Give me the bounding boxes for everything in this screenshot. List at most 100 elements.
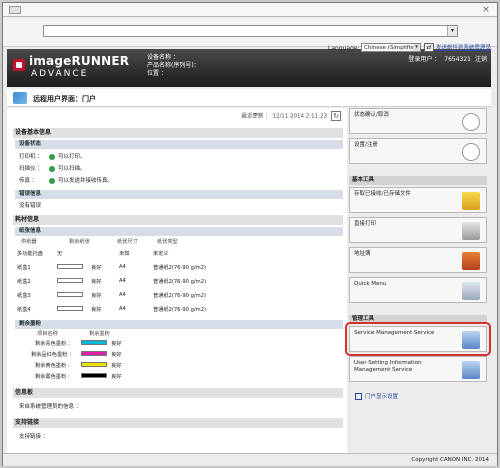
paper-row-size: A4	[119, 306, 126, 312]
brand-name: imageRUNNER	[29, 54, 130, 68]
message-board-section: 信息板	[13, 388, 343, 398]
language-select[interactable]: Chinese (Simplified) ▾	[361, 43, 421, 52]
error-text: 没有错误	[19, 203, 42, 209]
device-status-subtitle: 设备状态	[15, 140, 343, 149]
paper-info-subtitle: 纸张信息	[15, 227, 343, 236]
main-panel: 最近更新 ： 12/11 2014 2:11:23 ↻ 设备基本信息 设备状态 打…	[7, 108, 347, 458]
toner-level-bar	[81, 373, 107, 378]
close-icon[interactable]: ×	[481, 5, 491, 15]
status-monitor-button[interactable]: 状态确认/取消	[349, 108, 487, 134]
user-setting-icon	[462, 361, 480, 379]
paper-row-name: 纸盒3	[17, 293, 31, 299]
location-label: 位置 ：	[147, 70, 167, 77]
paper-row-name: 多功能托盘	[17, 251, 43, 257]
language-label: Language:	[328, 45, 360, 52]
address-input[interactable]: ▾	[43, 25, 458, 37]
message-text: 来自系统管理员的信息 ：	[19, 404, 82, 410]
paper-level-bar	[57, 278, 83, 283]
app-header: imageRUNNER ADVANCE 设备名称 ： 产品名称(序列号)： 位置…	[7, 49, 491, 87]
ok-status-icon	[49, 165, 55, 172]
paper-row-remain: 无	[57, 251, 63, 257]
paper-level-bar	[57, 306, 83, 311]
support-text: 支持链接 ：	[19, 434, 49, 440]
paper-level-bar	[57, 264, 83, 269]
ok-status-icon	[49, 153, 55, 160]
paper-level-bar	[57, 292, 83, 297]
paper-row-name: 纸盒1	[17, 265, 31, 271]
refresh-icon[interactable]: ↻	[331, 111, 341, 121]
error-info-subtitle: 错误信息	[15, 190, 343, 199]
chevron-down-icon: ▾	[413, 44, 420, 51]
user-setting-management-button[interactable]: User Setting Information Management Servi…	[349, 356, 487, 382]
toner-subtitle: 剩余墨粉	[15, 320, 343, 329]
browser-window: × ▾ imageRUNNER ADVANCE 设备名称 ： 产品名称(序列号)…	[2, 2, 498, 466]
status-bar: Copyright CANON INC. 2014	[3, 453, 497, 466]
paper-header-size: 纸张尺寸	[117, 239, 138, 245]
mail-admin-link[interactable]: 发送邮件到系统管理员	[436, 43, 491, 51]
page-title: 远程用户界面：门户	[33, 95, 96, 103]
consumables-section: 耗材信息	[13, 215, 343, 225]
status-row-scanner: 扫描仪 ：可以扫描。	[19, 165, 86, 172]
paper-row-remain: 良好	[91, 293, 102, 299]
paper-row-size: 未知	[119, 251, 130, 257]
window-toolbar: ×	[3, 3, 497, 17]
toner-row-status: 良好	[111, 352, 122, 358]
received-files-button[interactable]: 存取已接收/已存储文件	[349, 187, 487, 213]
last-updated: 最近更新 ： 12/11 2014 2:11:23 ↻	[241, 111, 341, 121]
direct-print-button[interactable]: 直接打印	[349, 217, 487, 243]
paper-row-remain: 良好	[91, 265, 102, 271]
address-book-icon	[462, 252, 480, 270]
canon-logo-icon	[13, 59, 25, 71]
gear-icon	[462, 143, 480, 161]
support-links-section: 支持链接	[13, 418, 343, 428]
paper-row-type: 普通纸2(76-90 g/m2)	[153, 293, 207, 299]
toner-header-item: 项目名称	[37, 331, 58, 337]
basic-tools-title: 基本工具	[349, 176, 487, 185]
brand-subname: ADVANCE	[31, 69, 89, 79]
service-management-icon	[462, 331, 480, 349]
paper-row-type: 未定义	[153, 251, 169, 257]
login-user-id: 7654321	[444, 56, 471, 63]
device-name-label: 设备名称 ：	[147, 54, 179, 61]
paper-row-type: 普通纸2(76-90 g/m2)	[153, 307, 207, 313]
address-book-button[interactable]: 地址簿	[349, 247, 487, 273]
portal-display-settings-link[interactable]: 门户显示设置	[355, 392, 398, 400]
device-basic-section: 设备基本信息	[13, 128, 343, 138]
printer-icon	[462, 222, 480, 240]
toner-row-name: 剩余黄色墨粉 ：	[35, 363, 73, 369]
paper-header-source: 供纸器	[21, 239, 37, 245]
paper-row-type: 普通纸2(76-90 g/m2)	[153, 279, 207, 285]
toner-level-bar	[81, 351, 107, 356]
paper-row-size: A4	[119, 292, 126, 298]
folder-icon	[462, 192, 480, 210]
toner-row-name: 剩余青色墨粉 ：	[35, 341, 73, 347]
paper-header-remain: 剩余纸张	[69, 239, 90, 245]
copyright: Copyright CANON INC. 2014	[411, 457, 489, 463]
toner-level-bar	[81, 340, 107, 345]
toner-header-remain: 剩余墨粉	[89, 331, 110, 337]
login-info: 登录用户 ： 7654321 注销	[408, 54, 487, 63]
language-bar: Language: Chinese (Simplified) ▾ ⇄ 发送邮件到系…	[328, 42, 493, 54]
quick-menu-button[interactable]: Quick Menu	[349, 277, 487, 303]
eye-icon	[462, 113, 480, 131]
device-info: 设备名称 ： 产品名称(序列号)： 位置 ：	[147, 54, 200, 78]
paper-row-type: 普通纸2(76-90 g/m2)	[153, 265, 207, 271]
toner-row-name: 剩余黑色墨粉 ：	[35, 374, 73, 380]
paper-row-size: A4	[119, 264, 126, 270]
settings-button[interactable]: 设置/注册	[349, 138, 487, 164]
logout-link[interactable]: 注销	[475, 56, 487, 63]
toner-row-status: 良好	[111, 363, 122, 369]
toner-level-bar	[81, 362, 107, 367]
product-name-label: 产品名称(序列号)：	[147, 62, 200, 69]
service-management-button[interactable]: Service Management Service	[349, 326, 487, 352]
toner-row-name: 剩余品红色墨粉 ：	[31, 352, 75, 358]
sidebar: 状态确认/取消 设置/注册 基本工具 存取已接收/已存储文件 直接打印 地址簿 …	[345, 108, 491, 458]
paper-header-type: 纸张类型	[157, 239, 178, 245]
paper-row-size: A4	[119, 278, 126, 284]
paper-row-name: 纸盒4	[17, 307, 31, 313]
address-dropdown-icon[interactable]: ▾	[447, 26, 457, 36]
apply-language-button[interactable]: ⇄	[424, 43, 434, 52]
portal-icon	[13, 92, 27, 104]
status-row-fax: 传真 ：可以发送并接收传真。	[19, 177, 114, 184]
quick-menu-icon	[462, 282, 480, 300]
